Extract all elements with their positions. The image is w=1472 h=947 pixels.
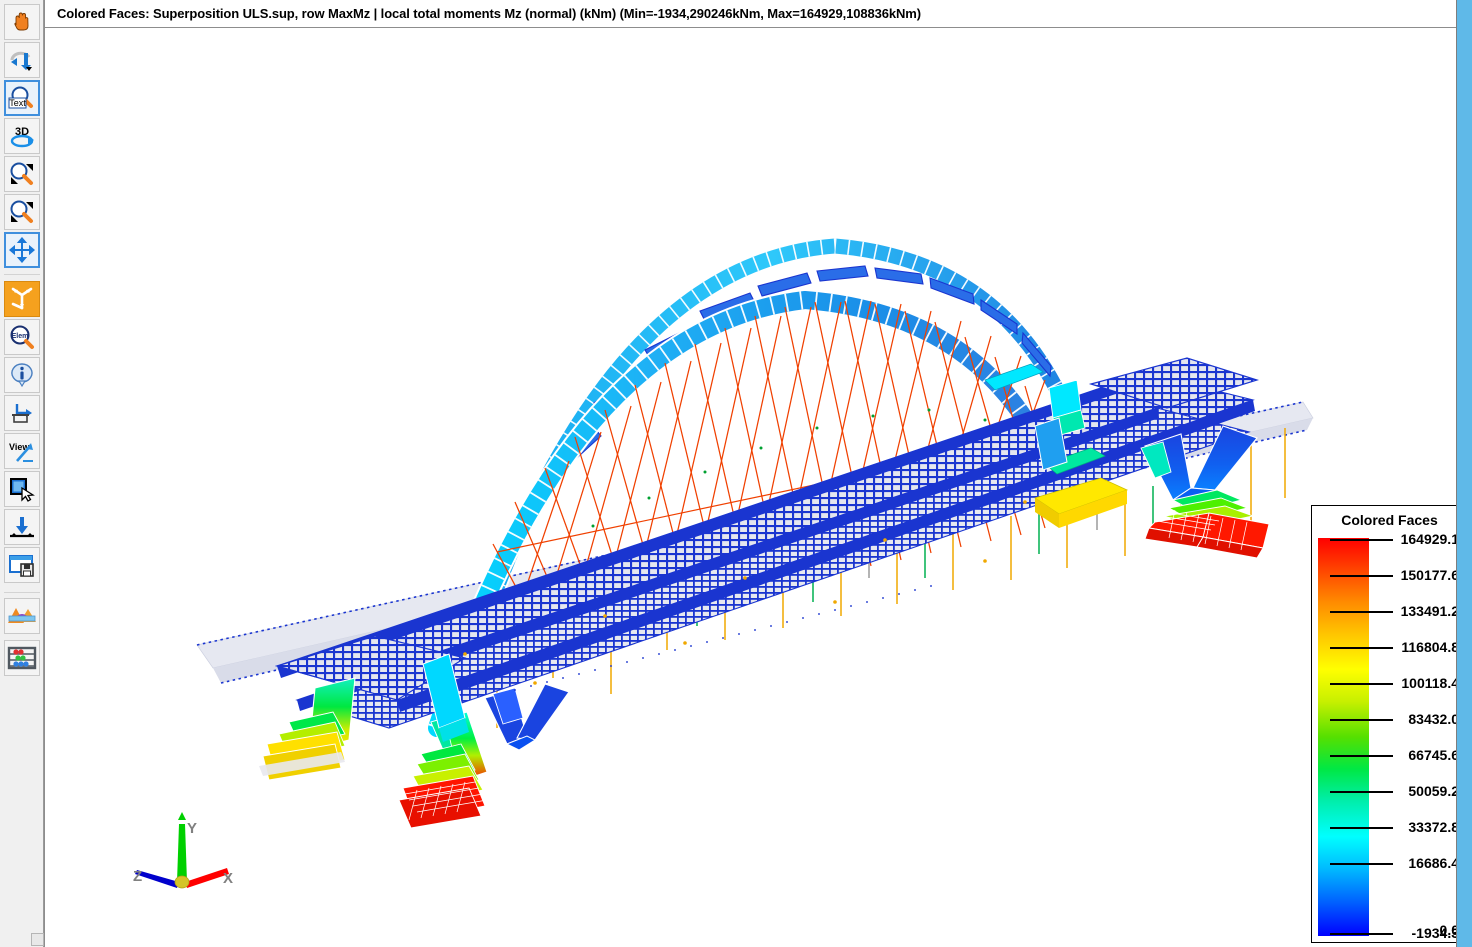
move-icon[interactable] [4, 232, 40, 268]
coordinate-axes-indicator: Y X Z [119, 808, 259, 908]
rotate-3d-icon[interactable]: 3D [4, 118, 40, 154]
legend-value: 66745.6 [1408, 747, 1456, 763]
result-title: Colored Faces: Superposition ULS.sup, ro… [57, 6, 921, 21]
legend-value: 16686.4 [1408, 855, 1456, 871]
abacus-icon[interactable] [4, 640, 40, 676]
model-viewport: Colored Faces: Superposition ULS.sup, ro… [44, 0, 1456, 947]
axis-origin [174, 875, 190, 889]
view-icon[interactable]: View [4, 433, 40, 469]
info-icon[interactable] [4, 357, 40, 393]
axis-z-label: Z [133, 868, 143, 885]
axis-y-label: Y [187, 820, 198, 837]
color-legend: Colored Faces 164929.1 150177.6 133491.2… [1311, 505, 1456, 943]
zoom-text-icon[interactable]: Text [4, 80, 40, 116]
export-icon[interactable] [4, 395, 40, 431]
pan-hand-icon[interactable] [4, 4, 40, 40]
align-down-icon[interactable] [4, 509, 40, 545]
legend-value: 33372.8 [1408, 819, 1456, 835]
save-window-icon[interactable] [4, 547, 40, 583]
viewport-title-bar: Colored Faces: Superposition ULS.sup, ro… [45, 0, 1456, 28]
legend-value-zero: 0.0 [1439, 922, 1456, 938]
legend-value: 50059.2 [1408, 783, 1456, 799]
svg-text:Text: Text [9, 98, 26, 108]
zoom-window-icon[interactable] [4, 156, 40, 192]
results-diagram-icon[interactable] [4, 598, 40, 634]
legend-value: 100118.4 [1401, 675, 1456, 691]
select-icon[interactable] [4, 471, 40, 507]
axis-x-label: X [223, 870, 234, 887]
axes-orange-icon[interactable] [4, 281, 40, 317]
legend-value: 150177.6 [1400, 567, 1456, 583]
legend-title: Colored Faces [1341, 512, 1438, 528]
legend-color-bar [1318, 538, 1369, 936]
model-canvas[interactable]: Y X Z Colored Faces 164929.1 150177.6 13… [45, 28, 1456, 947]
horizontal-scrollbar-nub[interactable] [31, 933, 44, 946]
legend-value: 83432.0 [1408, 711, 1456, 727]
zoom-out-icon[interactable] [4, 194, 40, 230]
legend-value: 116804.8 [1401, 639, 1456, 655]
right-edge-panel[interactable] [1456, 0, 1472, 947]
svg-text:Elem: Elem [12, 333, 29, 340]
left-toolbar: Text 3D Elem View [0, 0, 44, 947]
cae-application-window: Text 3D Elem View Colored Faces: Superpo… [0, 0, 1472, 947]
legend-value: 133491.2 [1400, 603, 1456, 619]
axis-y-arrow [177, 824, 187, 882]
legend-value: 164929.1 [1400, 531, 1456, 547]
element-search-icon[interactable]: Elem [4, 319, 40, 355]
rotate-view-icon[interactable] [4, 42, 40, 78]
